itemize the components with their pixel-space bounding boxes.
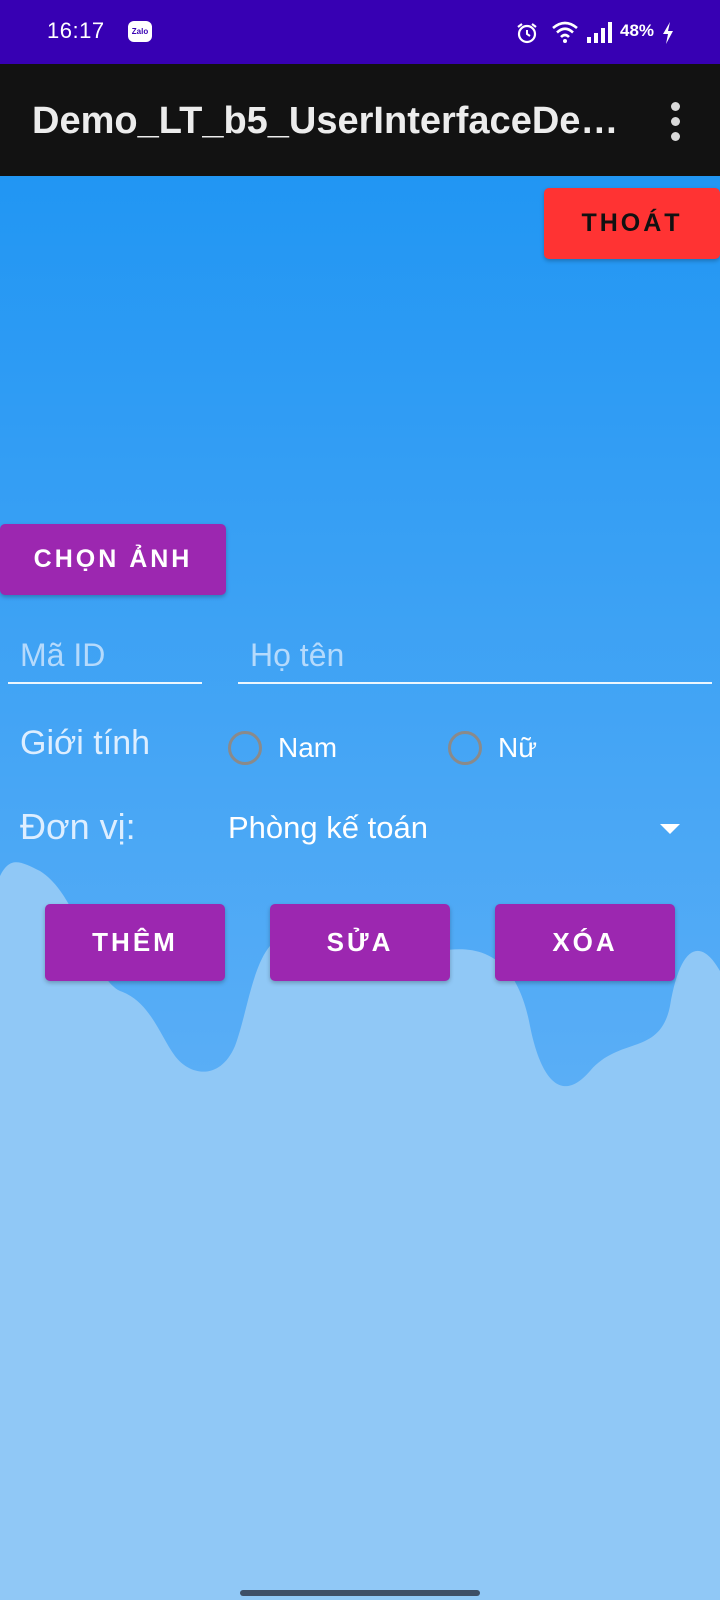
radio-label-male: Nam: [278, 732, 338, 763]
radio-gender-male[interactable]: Nam: [228, 727, 337, 769]
department-selected-value: Phòng kế toán: [228, 810, 428, 845]
more-vert-icon[interactable]: [661, 102, 691, 142]
choose-image-button[interactable]: CHỌN ẢNH: [0, 524, 226, 595]
charging-icon: [663, 22, 673, 44]
wifi-icon: [552, 21, 578, 43]
battery-percent: 48%: [620, 21, 655, 40]
department-label: Đơn vị:: [20, 806, 136, 847]
status-time: 16:17: [47, 18, 105, 43]
name-input[interactable]: [238, 628, 712, 682]
gesture-nav-handle[interactable]: [240, 1590, 480, 1596]
exit-button[interactable]: THOÁT: [544, 188, 720, 259]
radio-gender-female[interactable]: Nữ: [448, 727, 537, 769]
gender-label: Giới tính: [20, 724, 151, 762]
main-content: THOÁT CHỌN ẢNH Giới tính Nam Nữ Đơn vị: …: [0, 176, 720, 1600]
department-spinner[interactable]: Phòng kế toán: [220, 804, 692, 860]
app-bar: Demo_LT_b5_UserInterfaceDe…: [0, 64, 720, 176]
id-field-container: [8, 628, 202, 684]
radio-label-female: Nữ: [498, 732, 537, 763]
alarm-icon: [517, 23, 537, 44]
delete-button[interactable]: XÓA: [495, 904, 675, 981]
name-field-container: [238, 628, 712, 684]
status-bar: 16:17 Zalo 48%: [0, 0, 720, 64]
zalo-icon: Zalo: [128, 21, 152, 42]
signal-icon: [587, 22, 612, 43]
background-wave: [0, 176, 720, 1600]
dropdown-arrow-icon: [660, 824, 680, 834]
id-input[interactable]: [8, 628, 202, 682]
app-title: Demo_LT_b5_UserInterfaceDe…: [32, 100, 619, 142]
radio-circle-icon: [448, 731, 482, 765]
edit-button[interactable]: SỬA: [270, 904, 450, 981]
add-button[interactable]: THÊM: [45, 904, 225, 981]
app-screen: 16:17 Zalo 48% Demo_LT_b5_UserInterfaceD…: [0, 0, 720, 1600]
radio-circle-icon: [228, 731, 262, 765]
